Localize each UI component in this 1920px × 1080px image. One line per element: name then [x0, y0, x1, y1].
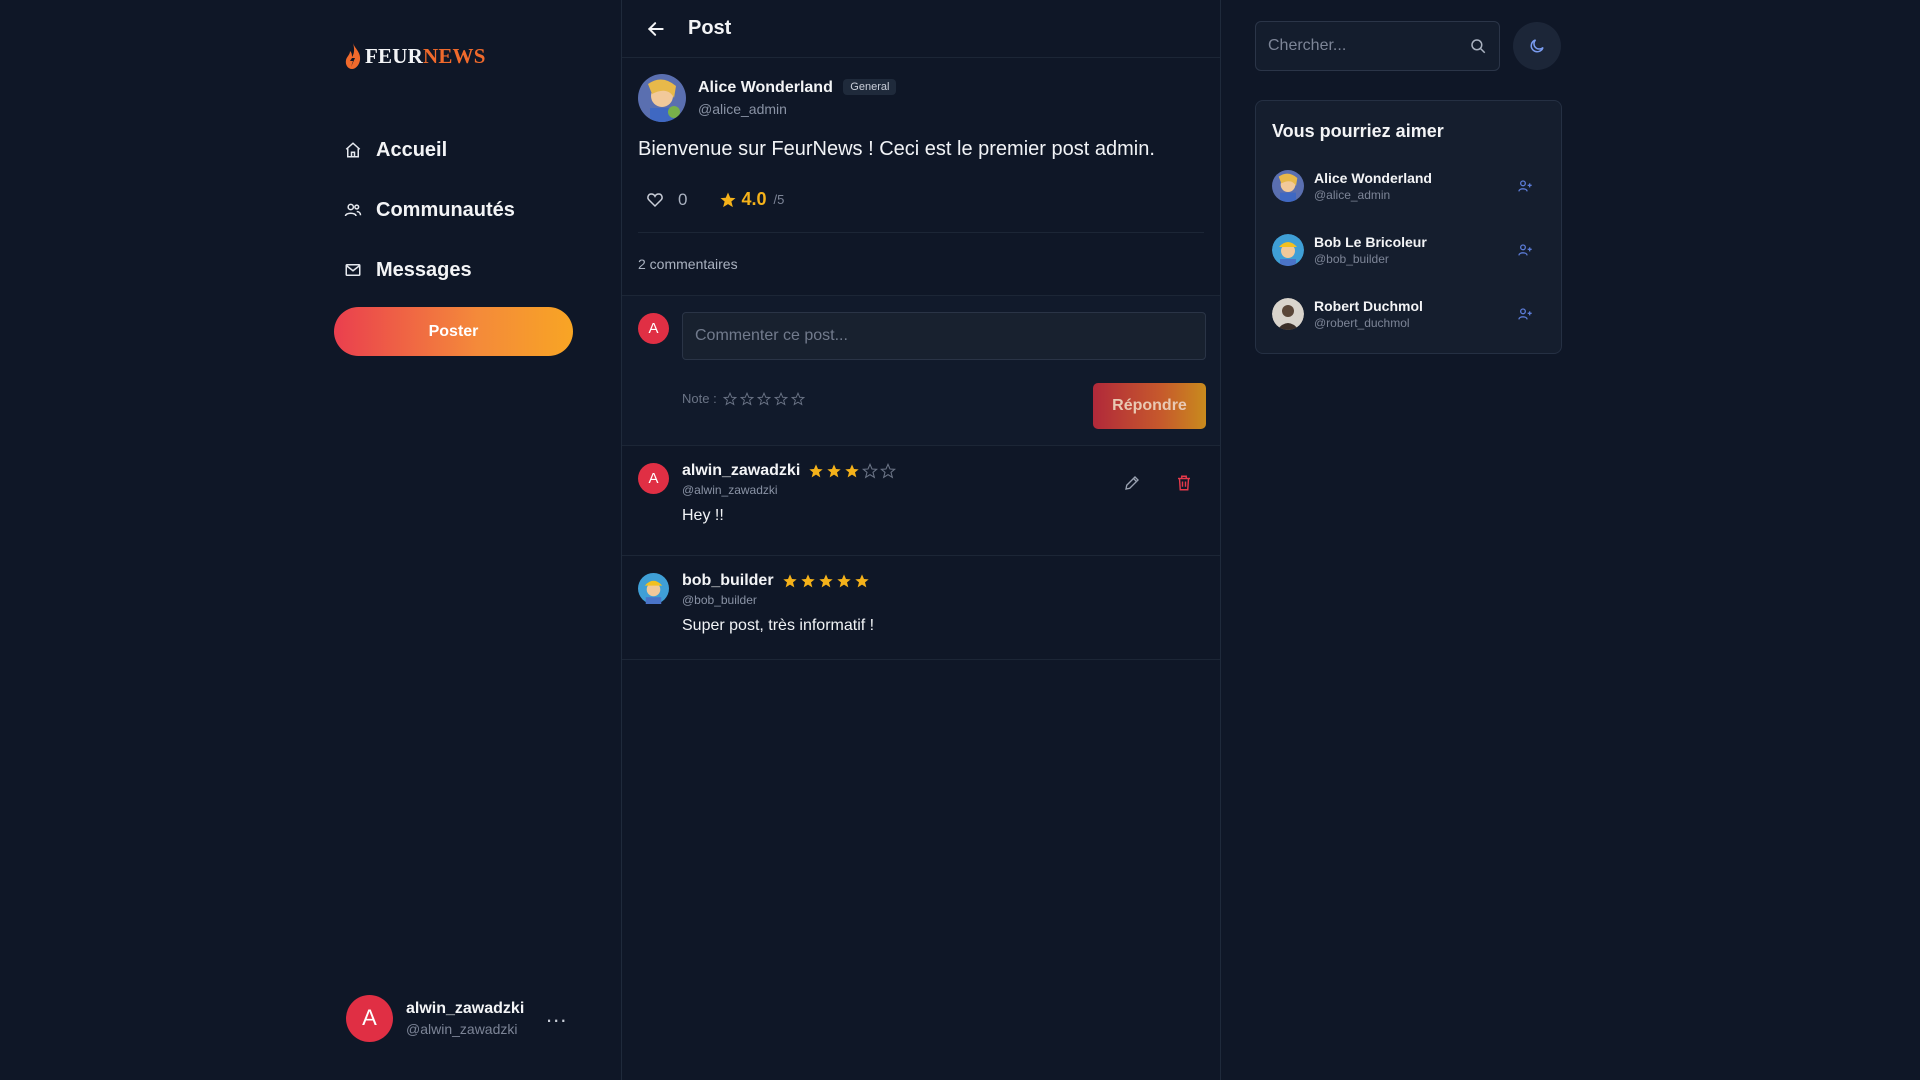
- avatar[interactable]: [638, 74, 686, 122]
- star-empty-icon[interactable]: [773, 391, 788, 406]
- nav-label-communautes: Communautés: [376, 198, 515, 221]
- nav-item-communautes[interactable]: Communautés: [344, 180, 515, 240]
- suggestion-handle: @alice_admin: [1314, 188, 1391, 202]
- current-user-avatar: A: [346, 994, 393, 1042]
- star-filled-icon: [845, 464, 859, 478]
- search-box: [1255, 21, 1500, 71]
- suggestion-handle: @bob_builder: [1314, 252, 1389, 266]
- comment-rating: [808, 463, 897, 479]
- star-icon: [720, 192, 736, 207]
- avatar: [1272, 234, 1304, 266]
- suggestions-panel: Vous pourriez aimer Alice Wonderland @al…: [1255, 100, 1562, 354]
- trash-icon[interactable]: [1175, 474, 1193, 492]
- star-filled-icon: [836, 574, 851, 588]
- suggestion-name: Bob Le Bricoleur: [1314, 234, 1427, 250]
- comment-text: Super post, très informatif !: [682, 617, 875, 634]
- comment-avatar[interactable]: A: [638, 463, 669, 494]
- suggestion-name: Alice Wonderland: [1314, 170, 1432, 186]
- reply-button[interactable]: Répondre: [1093, 383, 1206, 429]
- post-rating: 4.0 /5: [719, 189, 784, 210]
- logo-text-news: NEWS: [422, 43, 486, 68]
- mail-icon: [345, 264, 361, 276]
- note-label: Note :: [682, 391, 717, 406]
- suggestion-item[interactable]: Robert Duchmol @robert_duchmol: [1272, 282, 1545, 346]
- main-nav: Accueil Communautés Messages: [344, 120, 515, 300]
- search-input[interactable]: [1256, 22, 1456, 70]
- suggestion-item[interactable]: Bob Le Bricoleur @bob_builder: [1272, 218, 1545, 282]
- avatar: [1272, 298, 1304, 330]
- search-icon[interactable]: [1469, 37, 1487, 55]
- flame-icon: [345, 43, 361, 69]
- heart-icon: [647, 192, 663, 207]
- star-filled-icon: [809, 464, 823, 478]
- follow-user-icon[interactable]: [1517, 306, 1533, 322]
- comment-composer: A Note : Répondre: [622, 295, 1220, 446]
- post: Alice Wonderland General @alice_admin Bi…: [622, 58, 1220, 660]
- star-empty-icon: [862, 463, 879, 479]
- users-icon: [344, 203, 362, 217]
- back-arrow-icon[interactable]: [646, 19, 666, 39]
- nav-label-accueil: Accueil: [376, 138, 448, 161]
- comment-item: A alwin_zawadzki @alwin_zawadzki Hey !!: [622, 446, 1220, 556]
- avatar: [1272, 170, 1304, 202]
- nav-item-accueil[interactable]: Accueil: [344, 120, 515, 180]
- more-options-icon[interactable]: ...: [546, 1002, 567, 1028]
- current-user-name: alwin_zawadzki: [406, 999, 525, 1017]
- suggestion-name: Robert Duchmol: [1314, 298, 1423, 314]
- left-sidebar: FEURNEWS Accueil Communautés Messages Po…: [328, 0, 621, 1080]
- comment-text: Hey !!: [682, 507, 724, 524]
- star-filled-icon: [800, 574, 815, 588]
- edit-icon[interactable]: [1123, 474, 1141, 492]
- page-title: Post: [688, 17, 732, 39]
- star-empty-icon[interactable]: [790, 391, 805, 406]
- star-empty-icon[interactable]: [722, 391, 737, 406]
- star-empty-icon: [880, 463, 897, 479]
- current-user-card[interactable]: A alwin_zawadzki @alwin_zawadzki ...: [346, 992, 586, 1044]
- star-empty-icon[interactable]: [756, 391, 771, 406]
- star-filled-icon: [782, 574, 797, 588]
- comment-handle: @bob_builder: [682, 593, 757, 607]
- suggestion-handle: @robert_duchmol: [1314, 316, 1410, 330]
- post-author-handle: @alice_admin: [698, 101, 787, 117]
- star-filled-icon: [854, 574, 869, 588]
- post-header: Alice Wonderland General @alice_admin: [638, 74, 1204, 122]
- nav-label-messages: Messages: [376, 258, 472, 281]
- comment-item: bob_builder @bob_builder Super post, trè…: [622, 556, 1220, 660]
- home-icon: [345, 142, 361, 158]
- star-empty-icon[interactable]: [739, 391, 754, 406]
- comment-avatar[interactable]: [638, 573, 669, 604]
- nav-item-messages[interactable]: Messages: [344, 240, 515, 300]
- app-logo[interactable]: FEURNEWS: [344, 42, 486, 70]
- composer-avatar: A: [638, 313, 669, 344]
- poster-button[interactable]: Poster: [334, 307, 573, 356]
- theme-toggle-button[interactable]: [1513, 22, 1561, 70]
- star-filled-icon: [827, 464, 841, 478]
- page-header: Post: [622, 0, 1220, 58]
- post-tag-badge[interactable]: General: [843, 79, 897, 95]
- post-body: Bienvenue sur FeurNews ! Ceci est le pre…: [638, 138, 1155, 160]
- star-filled-icon: [818, 574, 833, 588]
- follow-user-icon[interactable]: [1517, 178, 1533, 194]
- comment-input[interactable]: [682, 312, 1206, 360]
- rating-picker: Note :: [682, 391, 805, 406]
- main-column: Post Alice Wonderland General @alice_adm…: [621, 0, 1221, 1080]
- like-button[interactable]: 0: [646, 190, 687, 210]
- post-actions: 0 4.0 /5: [638, 167, 1204, 233]
- like-count: 0: [678, 189, 688, 209]
- rating-value: 4.0: [741, 189, 767, 209]
- rating-max: /5: [773, 192, 785, 207]
- current-user-handle: @alwin_zawadzki: [406, 1020, 518, 1037]
- suggestion-item[interactable]: Alice Wonderland @alice_admin: [1272, 154, 1545, 218]
- logo-text-feur: FEUR: [365, 43, 423, 68]
- follow-user-icon[interactable]: [1517, 242, 1533, 258]
- comment-count: 2 commentaires: [638, 256, 738, 272]
- suggestions-title: Vous pourriez aimer: [1272, 121, 1444, 141]
- comment-rating: [782, 573, 870, 589]
- comment-author[interactable]: alwin_zawadzki: [682, 462, 800, 480]
- moon-icon: [1530, 39, 1544, 53]
- post-author-name[interactable]: Alice Wonderland: [698, 79, 833, 96]
- comment-author[interactable]: bob_builder: [682, 572, 774, 590]
